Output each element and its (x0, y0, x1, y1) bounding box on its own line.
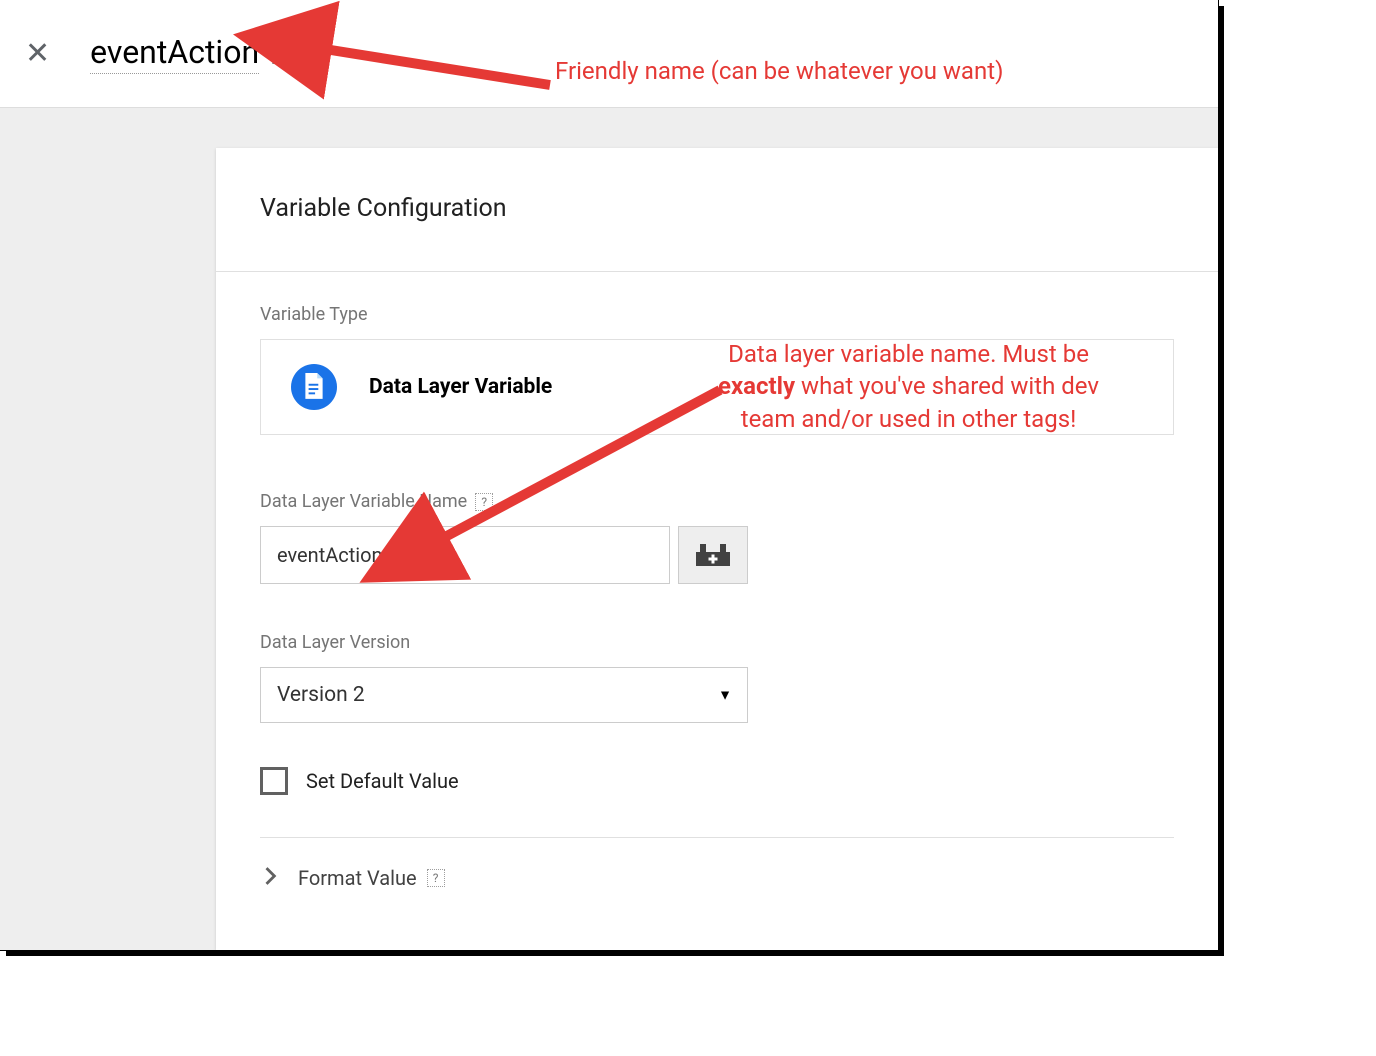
variable-type-label: Variable Type (260, 304, 1174, 325)
annotation-friendly-name: Friendly name (can be whatever you want) (555, 55, 1003, 87)
default-value-row[interactable]: Set Default Value (260, 767, 1174, 795)
config-panel: Variable Configuration Variable Type Dat… (216, 148, 1218, 950)
close-icon[interactable]: ✕ (25, 36, 50, 71)
variable-name-input[interactable]: eventAction (90, 33, 259, 74)
help-icon[interactable]: ? (427, 869, 445, 887)
document-icon (291, 364, 337, 410)
version-select-wrap: Version 2 ▼ (260, 667, 748, 723)
divider (216, 271, 1218, 272)
dlv-name-label: Data Layer Variable Name ? (260, 491, 1174, 512)
version-select[interactable]: Version 2 (260, 667, 748, 723)
variable-type-name: Data Layer Variable (369, 375, 552, 399)
folder-icon[interactable] (271, 42, 299, 65)
format-value-row[interactable]: Format Value ? (260, 866, 1174, 890)
dlv-name-row (260, 526, 1174, 584)
default-value-checkbox[interactable] (260, 767, 288, 795)
chevron-right-icon (264, 867, 278, 889)
panel-title: Variable Configuration (260, 194, 1174, 223)
annotation-dlv-name: Data layer variable name. Must be exactl… (718, 338, 1099, 435)
body-area: Variable Configuration Variable Type Dat… (0, 108, 1218, 950)
divider (260, 837, 1174, 838)
header-bar: ✕ eventAction (0, 0, 1218, 108)
default-value-label: Set Default Value (306, 769, 459, 793)
version-label: Data Layer Version (260, 632, 1174, 653)
help-icon[interactable]: ? (475, 493, 493, 511)
insert-variable-button[interactable] (678, 526, 748, 584)
dlv-name-input[interactable] (260, 526, 670, 584)
app-window: ✕ eventAction Variable Configuration Var… (0, 0, 1218, 950)
format-value-label: Format Value (298, 866, 417, 890)
